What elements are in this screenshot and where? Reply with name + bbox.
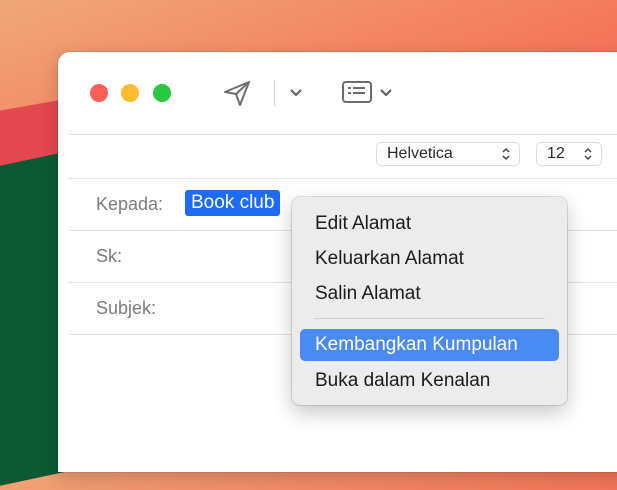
menu-item-copy-address[interactable]: Salin Alamat [300,278,559,310]
header-options-button[interactable] [378,84,394,102]
close-button[interactable] [90,84,108,102]
chevron-down-icon [290,89,302,97]
font-select[interactable]: Helvetica [376,142,520,166]
up-down-arrows-icon [502,147,510,161]
to-field-label: Kepada: [96,194,164,214]
minimize-button[interactable] [121,84,139,102]
header-fields-icon [342,81,372,103]
subject-field-label: Subjek: [96,298,157,318]
cc-field-label: Sk: [96,246,123,266]
toolbar-separator [68,134,617,135]
recipient-token[interactable]: Book club [185,190,281,216]
menu-separator [314,318,545,319]
toolbar-divider [274,80,275,106]
toolbar [58,52,617,134]
zoom-button[interactable] [153,84,171,102]
font-select-value: Helvetica [387,145,453,162]
header-fields-button[interactable] [340,78,374,106]
format-bar-separator [68,178,617,179]
font-size-select[interactable]: 12 [536,142,602,166]
context-menu: Edit Alamat Keluarkan Alamat Salin Alama… [292,197,567,405]
font-size-value: 12 [547,145,565,162]
recipient-name: Book club [191,192,275,213]
send-button[interactable] [220,78,254,108]
menu-item-edit-address[interactable]: Edit Alamat [300,208,559,240]
menu-item-expand-group[interactable]: Kembangkan Kumpulan [300,329,559,361]
send-options-button[interactable] [288,84,304,102]
menu-item-open-in-contacts[interactable]: Buka dalam Kenalan [300,365,559,397]
chevron-down-icon [380,89,392,97]
up-down-arrows-icon [584,147,592,161]
paper-plane-icon [224,81,250,106]
menu-item-remove-address[interactable]: Keluarkan Alamat [300,243,559,275]
